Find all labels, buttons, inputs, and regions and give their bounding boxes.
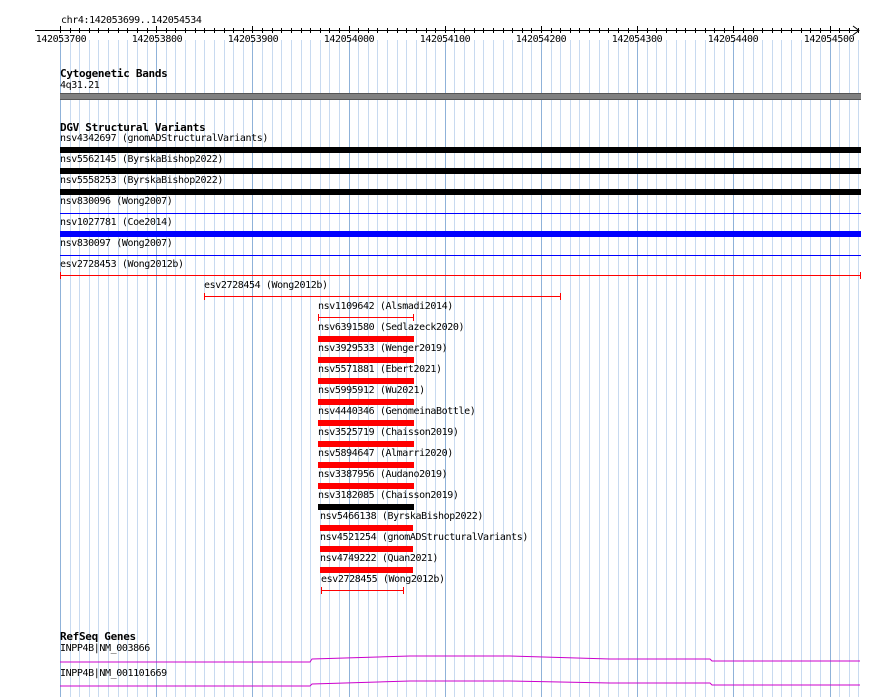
gene-model-line[interactable] [60,655,860,663]
gene-model-line[interactable] [60,680,860,687]
gene-models[interactable] [0,0,890,697]
